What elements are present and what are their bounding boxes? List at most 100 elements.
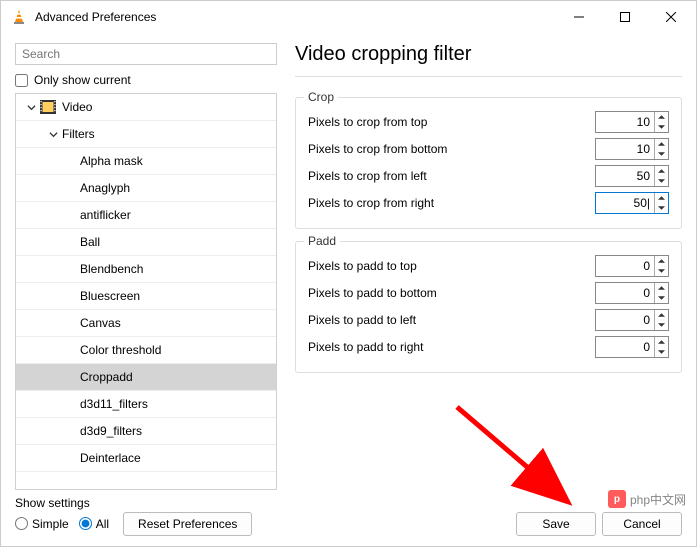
spin-down-button[interactable] bbox=[655, 347, 668, 357]
spin-down-button[interactable] bbox=[655, 320, 668, 330]
chevron-down-icon bbox=[46, 130, 60, 139]
spin-value[interactable]: 0 bbox=[596, 340, 654, 354]
tree-item[interactable]: Bluescreen bbox=[16, 283, 276, 310]
tree-item[interactable]: Ball bbox=[16, 229, 276, 256]
tree-item-label: Canvas bbox=[80, 316, 121, 330]
radio-all-label: All bbox=[96, 517, 109, 531]
spin-up-button[interactable] bbox=[655, 283, 668, 293]
field-label: Pixels to padd to bottom bbox=[308, 286, 595, 300]
spin-input[interactable]: 0 bbox=[595, 255, 669, 277]
tree-item[interactable]: Croppadd bbox=[16, 364, 276, 391]
field-row: Pixels to padd to right0 bbox=[308, 333, 669, 360]
spin-up-button[interactable] bbox=[655, 310, 668, 320]
settings-group: CropPixels to crop from top10Pixels to c… bbox=[295, 97, 682, 229]
tree-item[interactable]: Deinterlace bbox=[16, 445, 276, 472]
only-show-current-checkbox[interactable]: Only show current bbox=[15, 73, 277, 87]
spin-down-button[interactable] bbox=[655, 122, 668, 132]
save-button[interactable]: Save bbox=[516, 512, 596, 536]
spin-up-button[interactable] bbox=[655, 256, 668, 266]
group-title: Crop bbox=[304, 90, 338, 104]
spin-down-button[interactable] bbox=[655, 293, 668, 303]
tree-item[interactable]: d3d11_filters bbox=[16, 391, 276, 418]
spin-value[interactable]: 10 bbox=[596, 115, 654, 129]
spin-value[interactable]: 50 bbox=[596, 169, 654, 183]
tree-item-label: d3d11_filters bbox=[80, 397, 148, 411]
tree-item-label: Blendbench bbox=[80, 262, 143, 276]
cancel-button[interactable]: Cancel bbox=[602, 512, 682, 536]
spin-down-button[interactable] bbox=[655, 203, 668, 213]
field-label: Pixels to padd to right bbox=[308, 340, 595, 354]
maximize-button[interactable] bbox=[602, 1, 648, 33]
tree-item-label: antiflicker bbox=[80, 208, 131, 222]
spin-input[interactable]: 0 bbox=[595, 282, 669, 304]
radio-all[interactable]: All bbox=[79, 517, 109, 531]
preferences-tree[interactable]: Video Filters Alpha mask Anaglyph antiflic… bbox=[15, 93, 277, 490]
spin-up-button[interactable] bbox=[655, 193, 668, 203]
spin-value[interactable]: 0 bbox=[596, 286, 654, 300]
spin-value[interactable]: 10 bbox=[596, 142, 654, 156]
radio-simple[interactable]: Simple bbox=[15, 517, 69, 531]
spin-up-button[interactable] bbox=[655, 139, 668, 149]
spin-value[interactable]: 0 bbox=[596, 313, 654, 327]
spin-down-button[interactable] bbox=[655, 149, 668, 159]
tree-item[interactable]: Color threshold bbox=[16, 337, 276, 364]
window-title: Advanced Preferences bbox=[35, 10, 156, 24]
spin-input[interactable]: 10 bbox=[595, 111, 669, 133]
tree-item-label: Croppadd bbox=[80, 370, 133, 384]
field-label: Pixels to crop from bottom bbox=[308, 142, 595, 156]
minimize-button[interactable] bbox=[556, 1, 602, 33]
tree-item[interactable]: Alpha mask bbox=[16, 148, 276, 175]
spin-input[interactable]: 50 bbox=[595, 165, 669, 187]
spin-input[interactable]: 10 bbox=[595, 138, 669, 160]
tree-item[interactable]: Canvas bbox=[16, 310, 276, 337]
spin-input[interactable]: 50| bbox=[595, 192, 669, 214]
field-label: Pixels to crop from left bbox=[308, 169, 595, 183]
field-label: Pixels to padd to top bbox=[308, 259, 595, 273]
tree-item[interactable]: Blendbench bbox=[16, 256, 276, 283]
only-show-current-input[interactable] bbox=[15, 74, 28, 87]
search-input[interactable] bbox=[15, 43, 277, 65]
spin-input[interactable]: 0 bbox=[595, 309, 669, 331]
field-label: Pixels to crop from right bbox=[308, 196, 595, 210]
radio-all-input[interactable] bbox=[79, 517, 92, 530]
spin-down-button[interactable] bbox=[655, 266, 668, 276]
tree-item[interactable]: antiflicker bbox=[16, 202, 276, 229]
tree-item-label: Alpha mask bbox=[80, 154, 143, 168]
field-row: Pixels to crop from right50| bbox=[308, 189, 669, 216]
tree-item-label: Deinterlace bbox=[80, 451, 141, 465]
page-title: Video cropping filter bbox=[295, 43, 682, 77]
reset-preferences-button[interactable]: Reset Preferences bbox=[123, 512, 252, 536]
field-row: Pixels to padd to left0 bbox=[308, 306, 669, 333]
tree-item-label: Video bbox=[62, 100, 92, 114]
close-button[interactable] bbox=[648, 1, 694, 33]
tree-item-label: d3d9_filters bbox=[80, 424, 142, 438]
field-row: Pixels to crop from bottom10 bbox=[308, 135, 669, 162]
group-title: Padd bbox=[304, 234, 340, 248]
spin-value[interactable]: 0 bbox=[596, 259, 654, 273]
tree-item-label: Ball bbox=[80, 235, 100, 249]
vlc-icon bbox=[11, 9, 27, 25]
field-row: Pixels to padd to top0 bbox=[308, 252, 669, 279]
field-row: Pixels to crop from top10 bbox=[308, 108, 669, 135]
spin-up-button[interactable] bbox=[655, 337, 668, 347]
chevron-down-icon bbox=[24, 103, 38, 112]
spin-up-button[interactable] bbox=[655, 166, 668, 176]
tree-item-label: Color threshold bbox=[80, 343, 161, 357]
spin-input[interactable]: 0 bbox=[595, 336, 669, 358]
tree-item[interactable]: Anaglyph bbox=[16, 175, 276, 202]
field-row: Pixels to crop from left50 bbox=[308, 162, 669, 189]
window-controls bbox=[556, 1, 694, 33]
tree-item-label: Anaglyph bbox=[80, 181, 130, 195]
tree-item-video[interactable]: Video bbox=[16, 94, 276, 121]
tree-item-label: Filters bbox=[62, 127, 95, 141]
spin-down-button[interactable] bbox=[655, 176, 668, 186]
tree-item-filters[interactable]: Filters bbox=[16, 121, 276, 148]
tree-item-label: Bluescreen bbox=[80, 289, 140, 303]
tree-item[interactable]: d3d9_filters bbox=[16, 418, 276, 445]
spin-up-button[interactable] bbox=[655, 112, 668, 122]
radio-simple-input[interactable] bbox=[15, 517, 28, 530]
field-label: Pixels to padd to left bbox=[308, 313, 595, 327]
spin-value[interactable]: 50| bbox=[596, 196, 654, 210]
settings-group: PaddPixels to padd to top0Pixels to padd… bbox=[295, 241, 682, 373]
radio-simple-label: Simple bbox=[32, 517, 69, 531]
